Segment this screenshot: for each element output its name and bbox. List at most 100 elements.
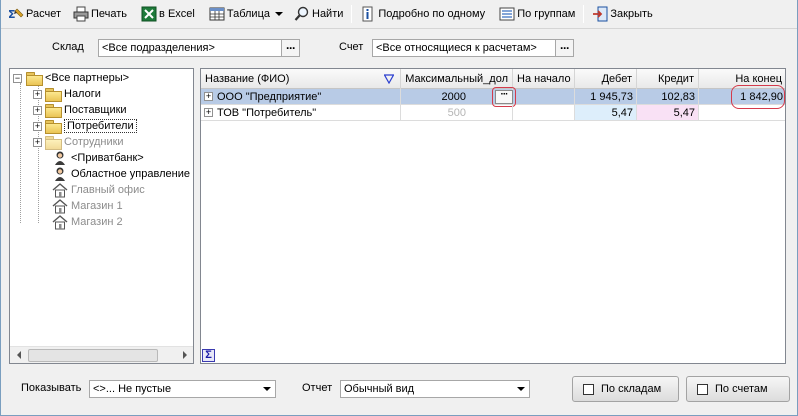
cell-debit: 1 945,73 — [575, 89, 637, 105]
table-icon — [209, 6, 225, 22]
expand-icon[interactable]: + — [33, 137, 42, 147]
checkbox-icon[interactable] — [583, 383, 594, 395]
table-row[interactable]: + ООО "Предприятие" 2000 1 945,73 102,83… — [201, 89, 785, 105]
info-icon — [360, 6, 376, 22]
tree-node-label: Сотрудники — [64, 136, 124, 148]
scroll-left-icon[interactable] — [10, 347, 27, 364]
collapse-icon[interactable]: − — [13, 73, 22, 83]
house-icon — [52, 198, 68, 214]
expand-icon[interactable]: + — [33, 105, 42, 115]
toolbar: Σ Расчет Печать в Excel Таблица Найти По… — [4, 2, 657, 26]
tree-node-label: <Все партнеры> — [45, 72, 130, 84]
house-icon — [52, 182, 68, 198]
excel-label: в Excel — [159, 8, 195, 20]
tree-node-label: Налоги — [64, 88, 101, 100]
report-window: Σ Расчет Печать в Excel Таблица Найти По… — [0, 0, 798, 416]
expand-icon[interactable]: + — [33, 89, 42, 99]
tree-node-label: Поставщики — [64, 104, 127, 116]
tree-node-consumers[interactable]: + Потребители — [33, 118, 137, 134]
column-header-credit[interactable]: Кредит — [637, 69, 699, 89]
groups-label: По группам — [517, 8, 576, 20]
column-header-start[interactable]: На начало — [513, 69, 575, 89]
calc-label: Расчет — [26, 8, 61, 20]
table-row[interactable]: + ТОВ "Потребитель" 500 5,47 5,47 — [201, 105, 785, 121]
expand-icon[interactable]: + — [33, 121, 42, 131]
account-browse-button[interactable]: ··· — [555, 40, 573, 56]
calc-button[interactable]: Σ Расчет — [4, 3, 65, 25]
excel-icon — [141, 6, 157, 22]
scroll-right-icon[interactable] — [176, 347, 193, 364]
cell-debit: 5,47 — [575, 105, 637, 121]
scroll-thumb[interactable] — [28, 349, 158, 362]
table-label: Таблица — [226, 8, 270, 20]
warehouse-field[interactable]: <Все подразделения> ··· — [98, 39, 300, 57]
cell-text: 5,47 — [611, 107, 633, 119]
column-header-label: На конец — [735, 73, 782, 85]
show-value: <>... Не пустые — [93, 383, 172, 395]
table-button[interactable]: Таблица — [205, 3, 274, 25]
groups-button[interactable]: По группам — [495, 3, 579, 25]
tree-node-store-1[interactable]: Магазин 1 — [52, 198, 123, 214]
account-value: <Все относящиеся к расчетам> — [376, 42, 537, 54]
tree-node-root[interactable]: − <Все партнеры> — [13, 70, 129, 86]
totals-sigma-icon[interactable]: Σ — [202, 349, 215, 362]
print-button[interactable]: Печать — [69, 3, 131, 25]
max-debt-edit-button[interactable]: ··· — [495, 90, 513, 104]
partners-grid[interactable]: Название (ФИО) Максимальный_дол На начал… — [200, 68, 786, 364]
tree-node-head-office[interactable]: Главный офис — [52, 182, 145, 198]
column-header-max-debt[interactable]: Максимальный_дол — [401, 69, 513, 89]
table-dropdown-arrow[interactable] — [274, 3, 284, 25]
filter-icon[interactable] — [383, 69, 395, 89]
column-header-label: Название (ФИО) — [205, 73, 290, 85]
expand-icon[interactable]: + — [204, 108, 213, 117]
folder-icon — [45, 103, 62, 118]
tree-node-suppliers[interactable]: + Поставщики — [33, 102, 127, 118]
warehouse-label: Склад — [52, 41, 84, 53]
by-warehouses-toggle[interactable]: По складам — [572, 376, 679, 402]
cell-text: 5,47 — [673, 107, 695, 119]
account-field[interactable]: <Все относящиеся к расчетам> ··· — [372, 39, 574, 57]
show-select[interactable]: <>... Не пустые — [89, 380, 276, 398]
find-button[interactable]: Найти — [290, 3, 347, 25]
find-label: Найти — [312, 8, 344, 20]
cell-text: 2000 — [441, 91, 466, 103]
column-header-end[interactable]: На конец — [699, 69, 785, 89]
column-header-name[interactable]: Название (ФИО) — [201, 69, 401, 89]
tree-node-regional-office[interactable]: Областное управление ( — [52, 166, 193, 182]
cell-start — [513, 105, 575, 121]
column-header-label: На начало — [517, 73, 571, 85]
toolbar-separator — [583, 5, 585, 23]
by-accounts-toggle[interactable]: По счетам — [686, 376, 790, 402]
close-button[interactable]: Закрыть — [588, 3, 656, 25]
print-label: Печать — [91, 8, 128, 20]
tree-node-employees[interactable]: + Сотрудники — [33, 134, 124, 150]
by-accounts-label: По счетам — [715, 383, 768, 395]
person-icon — [52, 166, 68, 182]
tree-node-store-2[interactable]: Магазин 2 — [52, 214, 123, 230]
house-icon — [52, 214, 68, 230]
column-header-debit[interactable]: Дебет — [575, 69, 637, 89]
detail-label: Подробно по одному — [378, 8, 486, 20]
chevron-down-icon[interactable] — [259, 381, 275, 397]
tree-horizontal-scrollbar[interactable] — [10, 346, 193, 363]
checkbox-icon[interactable] — [697, 383, 708, 395]
excel-button[interactable]: в Excel — [137, 3, 199, 25]
tree-node-privatbank[interactable]: <Приватбанк> — [52, 150, 144, 166]
cell-start — [513, 89, 575, 105]
cell-max-debt[interactable]: 500 — [401, 105, 513, 121]
grid-header: Название (ФИО) Максимальный_дол На начал… — [201, 69, 785, 89]
tree-node-label: Магазин 2 — [71, 216, 123, 228]
partner-tree[interactable]: − <Все партнеры> + Налоги + Поставщики +… — [9, 68, 194, 364]
folder-icon — [45, 87, 62, 102]
report-select[interactable]: Обычный вид — [340, 380, 530, 398]
expand-icon[interactable]: + — [204, 92, 213, 101]
person-icon — [52, 150, 68, 166]
detail-button[interactable]: Подробно по одному — [356, 3, 489, 25]
tree-node-taxes[interactable]: + Налоги — [33, 86, 101, 102]
chevron-down-icon[interactable] — [513, 381, 529, 397]
toolbar-divider — [1, 28, 797, 29]
warehouse-browse-button[interactable]: ··· — [281, 40, 299, 56]
search-icon — [294, 6, 310, 22]
cell-credit: 5,47 — [637, 105, 699, 121]
tree-node-label: Магазин 1 — [71, 200, 123, 212]
